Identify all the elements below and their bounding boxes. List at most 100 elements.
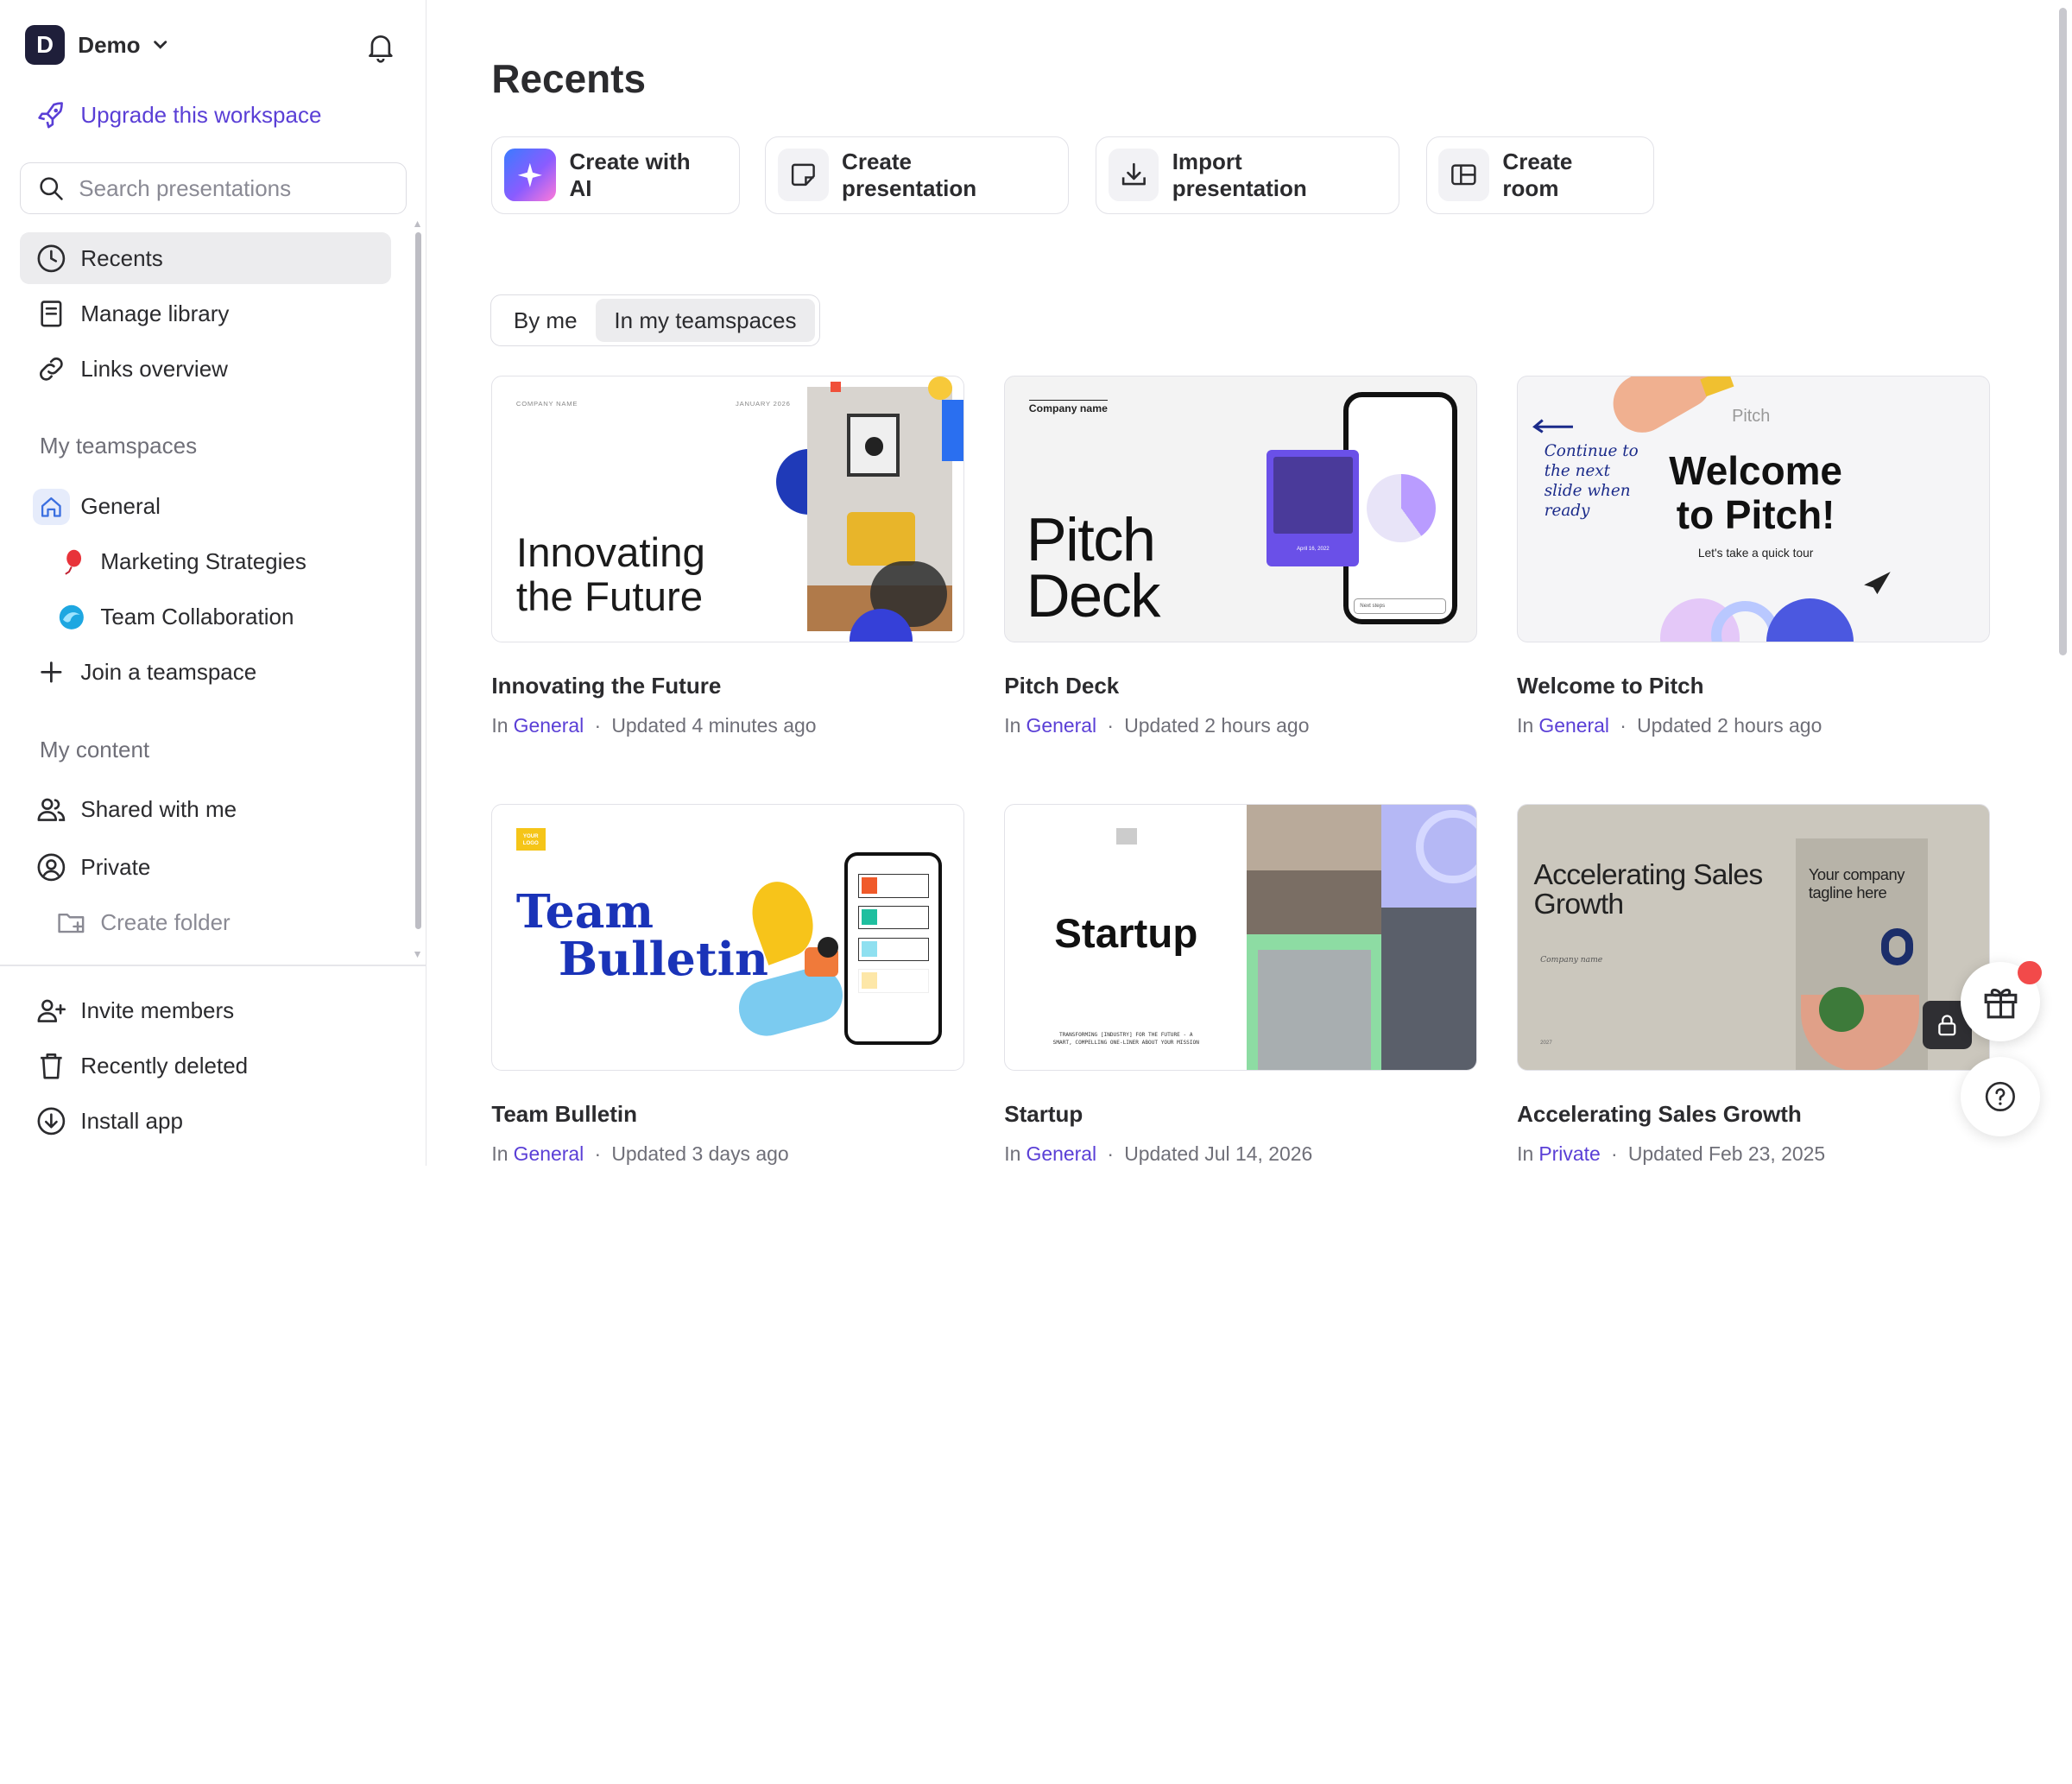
import-presentation-button[interactable]: Import presentation: [1095, 136, 1399, 214]
thumb-year: 2027: [1540, 1040, 1552, 1047]
thumb-headline-2: Growth: [1533, 889, 1624, 921]
page-title: Recents: [491, 56, 646, 102]
meta-separator: ·: [1107, 1142, 1114, 1165]
sidebar-divider: [0, 965, 426, 966]
presentation-card[interactable]: Pitch Continue to the next slide when re…: [1517, 375, 1991, 737]
card-meta: In Private · Updated Feb 23, 2025: [1517, 1142, 1990, 1166]
card-title[interactable]: Welcome to Pitch: [1517, 673, 1990, 699]
upgrade-workspace-link[interactable]: Upgrade this workspace: [35, 99, 321, 131]
nav-recents[interactable]: Recents: [19, 232, 392, 285]
home-icon: [33, 488, 71, 526]
thumb-note-2: the next: [1544, 462, 1611, 481]
presentation-thumbnail[interactable]: Startup TRANSFORMING [INDUSTRY] FOR THE …: [1004, 803, 1478, 1071]
nav-manage-library[interactable]: Manage library: [20, 288, 391, 340]
card-location-link[interactable]: General: [1026, 714, 1096, 737]
create-room-button[interactable]: Create room: [1425, 136, 1655, 214]
action-label: Create with AI: [569, 148, 691, 201]
card-title[interactable]: Startup: [1004, 1101, 1477, 1128]
main-scrollbar[interactable]: [2058, 8, 2067, 656]
card-location-link[interactable]: General: [1026, 1142, 1096, 1166]
import-icon: [1108, 149, 1159, 202]
thumb-date: JANUARY 2026: [736, 400, 791, 408]
search-input[interactable]: [79, 174, 370, 202]
subitem-label: Marketing Strategies: [100, 548, 306, 574]
thumb-headline-1: Innovating: [515, 530, 705, 577]
thumb-tag-panel: Your company tagline here: [1795, 838, 1928, 1070]
thumb-headline-1: Welcome: [1669, 448, 1842, 494]
presentation-card[interactable]: YOUR LOGO Team Bulletin Team Bulletin In…: [491, 803, 965, 1166]
subitem-label: Team Collaboration: [100, 604, 294, 630]
card-meta: In General · Updated 2 hours ago: [1004, 714, 1477, 737]
join-teamspace-button[interactable]: Join a teamspace: [20, 646, 391, 698]
create-presentation-button[interactable]: Create presentation: [765, 136, 1070, 214]
scroll-up-arrow[interactable]: ▲: [413, 218, 423, 229]
nav-label: Invite members: [80, 996, 235, 1023]
thumb-headline-2: Bulletin: [558, 932, 768, 987]
card-meta: In General · Updated 2 hours ago: [1517, 714, 1990, 737]
presentation-icon: [777, 149, 829, 202]
create-with-ai-button[interactable]: Create with AI: [491, 136, 741, 214]
users-icon: [37, 798, 66, 822]
nav-private[interactable]: Private: [20, 842, 391, 894]
tab-by-me[interactable]: By me: [495, 299, 596, 343]
create-folder-button[interactable]: Create folder: [55, 899, 231, 946]
nav-links-overview[interactable]: Links overview: [20, 344, 391, 395]
card-title[interactable]: Innovating the Future: [491, 673, 964, 699]
recently-deleted-button[interactable]: Recently deleted: [20, 1041, 391, 1092]
thumb-tagline-2: SMART, COMPELLING ONE-LINER ABOUT YOUR M…: [1052, 1040, 1199, 1047]
question-icon: [1986, 1082, 2016, 1112]
presentation-card[interactable]: Accelerating Sales Growth Company name 2…: [1517, 803, 1991, 1166]
thumb-headline-1: Team: [515, 884, 654, 939]
help-button[interactable]: [1961, 1057, 2041, 1137]
nav-label: Shared with me: [80, 795, 237, 822]
card-updated: Updated Jul 14, 2026: [1124, 1142, 1313, 1165]
thumb-company: COMPANY NAME: [515, 400, 578, 408]
link-icon: [40, 357, 63, 382]
tab-in-my-teamspaces[interactable]: In my teamspaces: [596, 298, 815, 343]
recents-filter-tabs: By me In my teamspaces: [490, 294, 820, 346]
action-label: Import presentation: [1172, 148, 1307, 201]
teamspace-team-collaboration[interactable]: Team Collaboration: [55, 593, 294, 641]
presentation-card[interactable]: COMPANY NAME JANUARY 2026 Innovating the…: [491, 375, 965, 737]
presentation-card[interactable]: Company name Pitch Deck Next steps April…: [1004, 375, 1478, 737]
card-updated: Updated 4 minutes ago: [611, 713, 817, 737]
cursor-icon: [1864, 572, 1891, 595]
sparkle-icon: [504, 149, 557, 202]
search-icon: [40, 177, 64, 200]
card-location-link[interactable]: Private: [1538, 1142, 1600, 1166]
card-location-link[interactable]: General: [514, 1142, 584, 1166]
thumb-sub: Let's take a quick tour: [1697, 547, 1814, 560]
room-icon: [1438, 149, 1490, 202]
card-title[interactable]: Pitch Deck: [1004, 673, 1477, 699]
install-app-button[interactable]: Install app: [20, 1096, 391, 1148]
presentation-thumbnail[interactable]: COMPANY NAME JANUARY 2026 Innovating the…: [491, 375, 965, 642]
main-content: Recents Create with AI Create presentati…: [428, 0, 2072, 1166]
sidebar: D Demo Upgrade this workspace Recents Ma…: [0, 0, 427, 1166]
thumb-card: April 16, 2022: [1267, 450, 1360, 567]
invite-members-button[interactable]: Invite members: [20, 984, 391, 1036]
card-location-link[interactable]: General: [514, 714, 584, 737]
teamspace-general[interactable]: General: [20, 481, 391, 533]
presentation-thumbnail[interactable]: YOUR LOGO Team Bulletin: [491, 803, 965, 1071]
trash-icon: [41, 1053, 62, 1079]
thumb-brand: Pitch: [1732, 406, 1771, 426]
teamspace-marketing-strategies[interactable]: Marketing Strategies: [55, 538, 306, 585]
bell-icon[interactable]: [363, 29, 398, 64]
folder-plus-icon: [55, 907, 87, 939]
workspace-name: Demo: [78, 31, 141, 58]
presentation-card[interactable]: Startup TRANSFORMING [INDUSTRY] FOR THE …: [1004, 803, 1478, 1166]
notification-badge: [2018, 960, 2042, 985]
sidebar-scrollbar[interactable]: [414, 232, 422, 929]
thumb-logo: [1115, 828, 1138, 845]
scroll-down-arrow[interactable]: ▼: [413, 949, 423, 959]
card-location-link[interactable]: General: [1538, 714, 1609, 737]
in-prefix: In: [491, 713, 509, 737]
presentation-thumbnail[interactable]: Company name Pitch Deck Next steps April…: [1004, 375, 1478, 642]
presentation-thumbnail[interactable]: Pitch Continue to the next slide when re…: [1517, 375, 1991, 642]
nav-shared-with-me[interactable]: Shared with me: [20, 784, 391, 836]
card-title[interactable]: Accelerating Sales Growth: [1517, 1101, 1990, 1128]
balloon-icon: [55, 546, 87, 578]
card-title[interactable]: Team Bulletin: [491, 1101, 964, 1128]
workspace-switcher[interactable]: D Demo: [25, 25, 169, 65]
presentation-thumbnail[interactable]: Accelerating Sales Growth Company name 2…: [1517, 803, 1991, 1071]
